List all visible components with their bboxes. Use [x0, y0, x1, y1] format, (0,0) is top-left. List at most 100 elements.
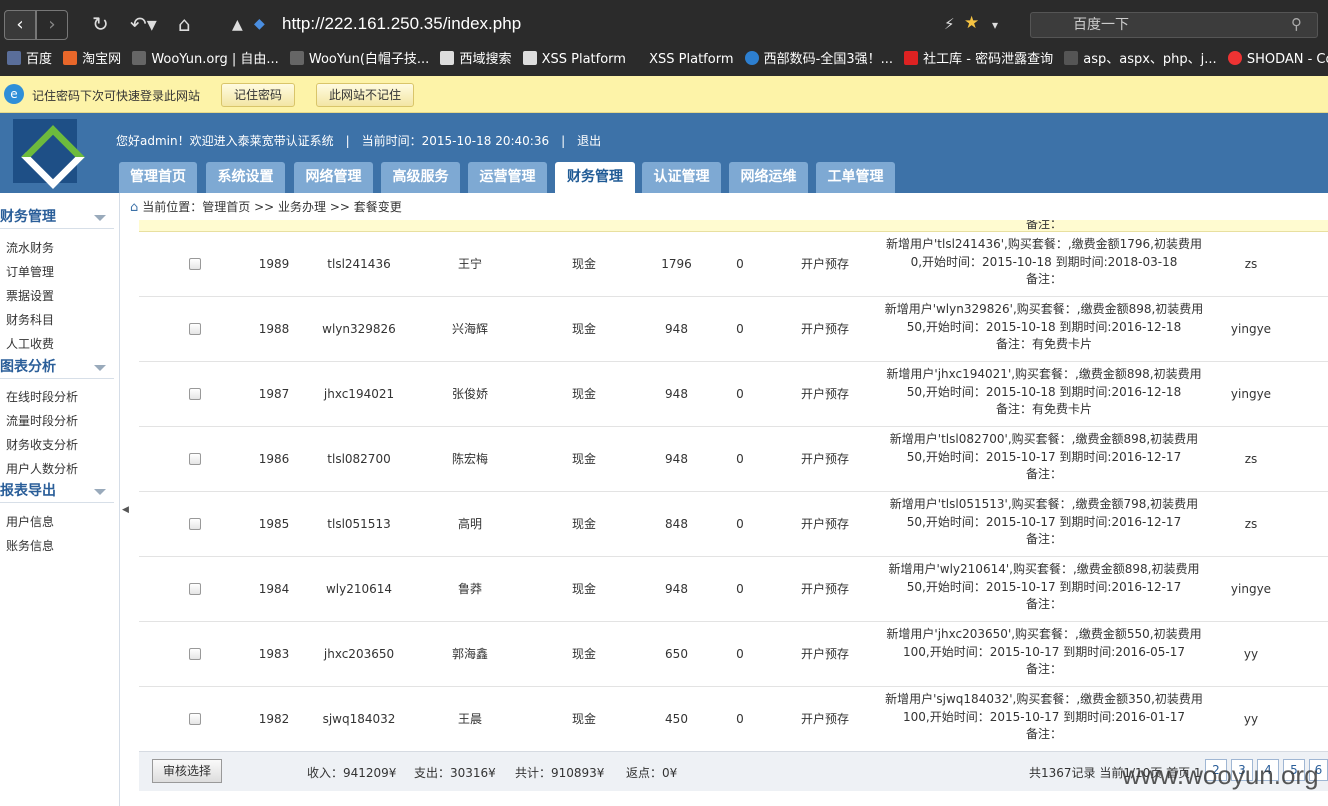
tab-auth[interactable]: 认证管理: [642, 162, 721, 193]
cell-account: tlsl082700: [327, 452, 391, 466]
table-row[interactable]: 1987 jhxc194021 张俊娇 现金 948 0 开户预存 yingye 新增用户'jh…: [139, 362, 1328, 427]
cell-amount: 948: [665, 322, 688, 336]
audit-selected-button[interactable]: 审核选择: [152, 759, 222, 783]
sidebar-item[interactable]: 账务信息: [6, 537, 54, 554]
table-row[interactable]: 1984 wly210614 鲁莽 现金 948 0 开户预存 yingye 新增用户'wly2…: [139, 557, 1328, 622]
star-icon[interactable]: ★: [964, 13, 979, 33]
cell-operator: zs: [1244, 452, 1258, 466]
tab-netops[interactable]: 网络运维: [729, 162, 808, 193]
remark-line: 50,开始时间：2015-10-17 到期时间:2016-12-17: [906, 579, 1182, 594]
partial-remark: 备注：: [1026, 220, 1063, 231]
sidebar-item[interactable]: 财务收支分析: [6, 436, 78, 453]
cell-id: 1987: [258, 387, 290, 401]
row-checkbox[interactable]: [189, 518, 201, 530]
row-checkbox[interactable]: [189, 713, 201, 725]
sidebar-item[interactable]: 用户人数分析: [6, 460, 78, 477]
tab-system[interactable]: 系统设置: [206, 162, 285, 193]
table-row[interactable]: 1983 jhxc203650 郭海鑫 现金 650 0 开户预存 yy 新增用户'jhxc20…: [139, 622, 1328, 687]
bookmark-item[interactable]: 西域搜索: [440, 48, 511, 72]
cell-cost: 0: [736, 322, 744, 336]
never-remember-button[interactable]: 此网站不记住: [316, 83, 414, 107]
sidebar-item[interactable]: 人工收费: [6, 335, 54, 352]
cell-remark: 新增用户'jhxc203650',购买套餐：,缴费金额550,初装费用 100,开…: [884, 626, 1204, 679]
row-checkbox[interactable]: [189, 453, 201, 465]
bookmark-item[interactable]: asp、aspx、php、j...: [1064, 48, 1217, 72]
cell-operator: yingye: [1230, 387, 1272, 401]
cell-remark: 新增用户'tlsl082700',购买套餐：,缴费金额898,初装费用 50,开始…: [884, 431, 1204, 484]
remark-line: 新增用户'tlsl082700',购买套餐：,缴费金额898,初装费用: [889, 432, 1199, 446]
sidebar-item[interactable]: 流量时段分析: [6, 412, 78, 429]
bookmark-item[interactable]: 百度: [7, 48, 52, 72]
cell-type: 开户预存: [800, 452, 849, 466]
cell-amount: 948: [665, 452, 688, 466]
sidebar-item[interactable]: 订单管理: [6, 263, 54, 280]
remark-line: 备注：有免费卡片: [995, 337, 1092, 351]
bookmark-item[interactable]: 淘宝网: [63, 48, 121, 72]
tab-network[interactable]: 网络管理: [294, 162, 373, 193]
remark-line: 新增用户'sjwq184032',购买套餐：,缴费金额350,初装费用: [885, 692, 1203, 706]
tab-operations[interactable]: 运营管理: [468, 162, 547, 193]
cell-type: 开户预存: [800, 387, 849, 401]
row-checkbox[interactable]: [189, 648, 201, 660]
collapse-sidebar-icon[interactable]: ◀: [122, 505, 129, 515]
cell-remark: 新增用户'tlsl241436',购买套餐：,缴费金额1796,初装费用 0,开始…: [884, 236, 1204, 289]
search-input[interactable]: 百度一下: [1030, 12, 1318, 38]
remark-line: 新增用户'wlyn329826',购买套餐：,缴费金额898,初装费用: [884, 302, 1204, 316]
tab-tickets[interactable]: 工单管理: [816, 162, 895, 193]
tab-finance[interactable]: 财务管理: [555, 162, 635, 193]
cell-operator: yingye: [1230, 322, 1272, 336]
bookmark-item[interactable]: XSS Platform: [522, 48, 626, 72]
back-icon[interactable]: ‹: [4, 10, 36, 40]
remark-line: 新增用户'tlsl051513',购买套餐：,缴费金额798,初装费用: [889, 497, 1199, 511]
sidebar-section-charts[interactable]: 图表分析: [0, 355, 114, 379]
cell-name: 王宁: [457, 257, 482, 271]
bookmark-icon: [744, 51, 759, 65]
bookmark-item[interactable]: WooYun(白帽子技...: [289, 48, 429, 72]
password-message: 记住密码下次可快速登录此网站: [32, 89, 201, 103]
sidebar-item[interactable]: 财务科目: [6, 311, 54, 328]
row-checkbox[interactable]: [189, 583, 201, 595]
sidebar-item[interactable]: 票据设置: [6, 287, 54, 304]
cell-method: 现金: [571, 452, 596, 466]
table-row[interactable]: 1985 tlsl051513 高明 现金 848 0 开户预存 zs 新增用户'tlsl051…: [139, 492, 1328, 557]
security-icon[interactable]: ▲: [232, 17, 243, 33]
sidebar-item[interactable]: 流水财务: [6, 239, 54, 256]
row-checkbox[interactable]: [189, 258, 201, 270]
undo-icon[interactable]: ↶▾: [130, 12, 157, 36]
cell-id: 1985: [258, 517, 290, 531]
table-row[interactable]: 1989 tlsl241436 王宁 现金 1796 0 开户预存 zs 新增用户'tlsl24…: [139, 232, 1328, 297]
home-icon: ⌂: [130, 200, 139, 215]
bookmark-item[interactable]: WooYun.org | 自由...: [132, 48, 279, 72]
flash-icon[interactable]: ⚡: [944, 15, 955, 33]
row-checkbox[interactable]: [189, 323, 201, 335]
sidebar-item[interactable]: 在线时段分析: [6, 388, 78, 405]
bookmark-item[interactable]: XSS Platform: [637, 48, 733, 72]
address-bar[interactable]: http://222.161.250.35/index.php: [282, 14, 521, 34]
search-icon[interactable]: ⚲: [1291, 15, 1302, 33]
sidebar-section-reports[interactable]: 报表导出: [0, 479, 114, 503]
row-checkbox[interactable]: [189, 388, 201, 400]
bookmark-item[interactable]: SHODAN - Compu: [1227, 48, 1328, 72]
tab-advanced[interactable]: 高级服务: [381, 162, 460, 193]
cell-type: 开户预存: [800, 647, 849, 661]
reload-icon[interactable]: ↻: [92, 12, 109, 36]
home-icon[interactable]: ⌂: [178, 12, 191, 36]
cell-type: 开户预存: [800, 582, 849, 596]
bookmark-item[interactable]: 社工库 - 密码泄露查询: [904, 48, 1053, 72]
bookmark-item[interactable]: 西部数码-全国3强！...: [744, 48, 893, 72]
remark-line: 50,开始时间：2015-10-17 到期时间:2016-12-17: [906, 449, 1182, 464]
shield-icon[interactable]: ◆: [254, 16, 265, 32]
dropdown-icon[interactable]: ▾: [992, 18, 998, 32]
remark-line: 100,开始时间：2015-10-17 到期时间:2016-01-17: [902, 709, 1186, 724]
tab-home[interactable]: 管理首页: [119, 162, 197, 193]
table-row[interactable]: 1988 wlyn329826 兴海辉 现金 948 0 开户预存 yingye 新增用户'wl…: [139, 297, 1328, 362]
forward-icon[interactable]: ›: [36, 10, 68, 40]
cell-amount: 1796: [661, 257, 692, 271]
remember-password-button[interactable]: 记住密码: [221, 83, 295, 107]
sidebar-item[interactable]: 用户信息: [6, 513, 54, 530]
table-row[interactable]: 1982 sjwq184032 王晨 现金 450 0 开户预存 yy 新增用户'sjwq184…: [139, 687, 1328, 751]
sidebar-section-finance[interactable]: 财务管理: [0, 205, 114, 229]
table-row[interactable]: 1986 tlsl082700 陈宏梅 现金 948 0 开户预存 zs 新增用户'tlsl08…: [139, 427, 1328, 492]
remark-line: 新增用户'wly210614',购买套餐：,缴费金额898,初装费用: [888, 562, 1200, 576]
cell-id: 1988: [258, 322, 290, 336]
